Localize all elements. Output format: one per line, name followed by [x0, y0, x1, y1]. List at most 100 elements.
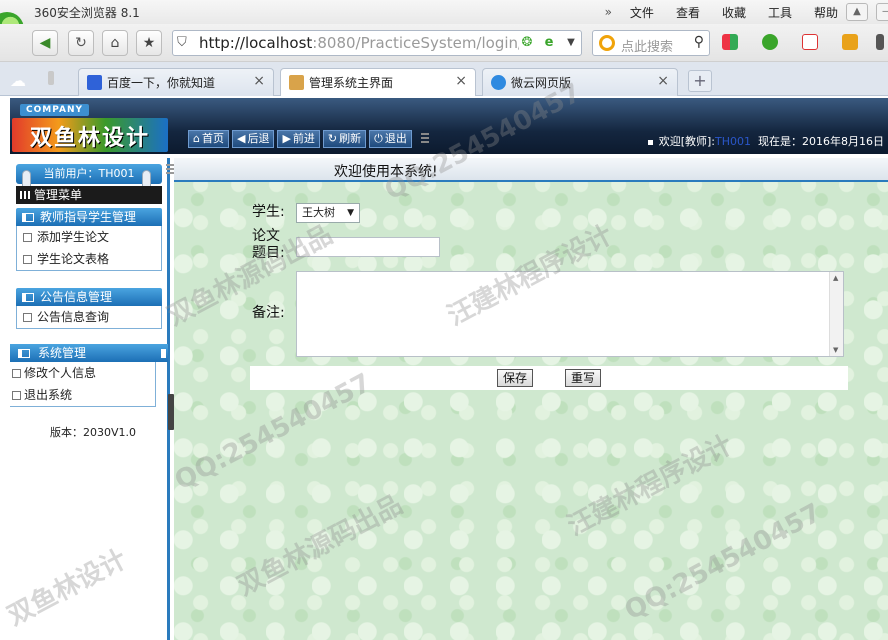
menu-item-paper-table[interactable]: 学生论文表格 [17, 248, 161, 270]
tab-baidu[interactable]: 百度一下，你就知道 × [78, 68, 274, 96]
search-box[interactable]: 点此搜索 ⚲ [592, 30, 710, 56]
menu-item-add-paper[interactable]: 添加学生论文 [17, 226, 161, 248]
cloud-icon[interactable]: ☁ [10, 71, 26, 90]
recycle-icon[interactable]: ❂ [519, 35, 535, 51]
section-notice: 公告信息管理 公告信息查询 [16, 288, 162, 329]
minimize-icon[interactable]: — [876, 3, 888, 21]
folder-icon [22, 213, 34, 222]
remark-label: 备注: [252, 305, 285, 321]
home-nav-button[interactable]: ⌂ 首页 [188, 130, 229, 148]
tab-close-icon[interactable]: × [253, 73, 265, 89]
url-dropdown-icon[interactable]: ▼ [563, 35, 579, 51]
forward-nav-button[interactable]: ▶ 前进 [277, 130, 320, 148]
menu-tools[interactable]: 工具 [768, 4, 792, 21]
power-icon: ⏻ [374, 132, 383, 145]
textarea-scrollbar[interactable]: ▲ ▼ [829, 272, 843, 356]
pin-icon[interactable] [48, 71, 54, 85]
home-icon: ⌂ [193, 132, 200, 145]
grip-icon [166, 164, 174, 176]
search-engine-icon[interactable] [599, 35, 615, 51]
ie-mode-icon[interactable]: e [541, 35, 557, 51]
menu-item-exit-system[interactable]: 退出系统 [10, 384, 155, 406]
scroll-down-icon[interactable]: ▼ [833, 346, 838, 354]
save-button[interactable]: 保存 [497, 369, 533, 387]
doc-icon [23, 255, 32, 264]
tab-close-icon[interactable]: × [657, 73, 669, 89]
skin-icon[interactable]: ▲ [846, 3, 868, 21]
collapse-icon [161, 349, 166, 358]
reload-button[interactable]: ↻ [68, 30, 94, 56]
doc-icon [23, 233, 32, 242]
security-shield-icon[interactable] [762, 34, 778, 50]
section-header[interactable]: 教师指导学生管理 [16, 208, 162, 226]
baidu-icon [87, 75, 102, 90]
chevron-down-icon: ▼ [347, 208, 354, 218]
menu-chevron-icon[interactable]: » [605, 5, 612, 19]
remark-textarea[interactable]: ▲ ▼ [296, 271, 844, 357]
doc-icon [23, 313, 32, 322]
site-header: COMPANY 双鱼林设计 ⌂ 首页 ◀ 后退 ▶ 前进 ↻ 刷新 ⏻ 退出 欢迎[教师]… [10, 98, 888, 154]
refresh-nav-button[interactable]: ↻ 刷新 [322, 130, 367, 148]
content-title-bar: 欢迎使用本系统! [166, 158, 888, 182]
welcome-username: TH001 [715, 135, 751, 148]
company-badge: COMPANY [20, 104, 89, 116]
favorite-star-button[interactable]: ★ [136, 30, 162, 56]
folder-icon [22, 293, 34, 302]
folder-icon [18, 349, 30, 358]
menu-title: 管理菜单 [16, 186, 162, 204]
student-label: 学生: [252, 204, 285, 220]
address-bar[interactable]: ⛉ http://localhost:8080/PracticeSystem/l… [172, 30, 582, 56]
weiyun-icon [491, 75, 506, 90]
paper-title-label: 论文 题目: [252, 228, 285, 261]
menu-item-notice-query[interactable]: 公告信息查询 [17, 306, 161, 328]
current-user-label: 当前用户：TH001 [16, 164, 162, 184]
menu-help[interactable]: 帮助 [814, 4, 838, 21]
doc-icon [12, 369, 21, 378]
logout-nav-button[interactable]: ⏻ 退出 [369, 130, 412, 148]
arrow-left-icon: ◀ [236, 132, 246, 145]
tab-weiyun[interactable]: 微云网页版 × [482, 68, 678, 96]
menu-file[interactable]: 文件 [630, 4, 654, 21]
page-icon [289, 75, 304, 90]
more-tools-icon[interactable] [876, 34, 884, 50]
brand-name: 双鱼林设计 [29, 126, 150, 151]
apps-icon[interactable] [722, 34, 738, 50]
back-nav-button[interactable]: ◀ 后退 [231, 130, 275, 148]
home-button[interactable]: ⌂ [102, 30, 128, 56]
section-teacher-guidance: 教师指导学生管理 添加学生论文 学生论文表格 [16, 208, 162, 271]
student-select[interactable]: 王大树 ▼ [296, 203, 360, 223]
web-page: COMPANY 双鱼林设计 ⌂ 首页 ◀ 后退 ▶ 前进 ↻ 刷新 ⏻ 退出 欢迎[教师]… [0, 96, 888, 640]
refresh-icon: ↻ [327, 132, 338, 145]
adblock-icon[interactable] [802, 34, 818, 50]
doc-icon [12, 391, 21, 400]
url-text[interactable]: http://localhost:8080/PracticeSystem/log… [199, 34, 519, 52]
arrow-right-icon: ▶ [282, 132, 291, 145]
header-toolbar: ⌂ 首页 ◀ 后退 ▶ 前进 ↻ 刷新 ⏻ 退出 [188, 130, 429, 148]
current-date: 现在是：2016年8月16日 [758, 135, 884, 148]
content-title: 欢迎使用本系统! [334, 164, 438, 180]
browser-menu: » 文件 查看 收藏 工具 帮助 ▲ — [605, 0, 888, 24]
welcome-info: 欢迎[教师]:TH001 现在是：2016年8月16日 [647, 133, 884, 149]
section-system-header[interactable]: 系统管理 [10, 344, 168, 362]
browser-navbar: ◀ ↻ ⌂ ★ ⛉ http://localhost:8080/Practice… [0, 24, 888, 62]
search-input[interactable]: 点此搜索 [621, 36, 673, 55]
sidebar: 当前用户：TH001 管理菜单 教师指导学生管理 添加学生论文 学生论文表格 公… [10, 158, 170, 640]
tab-main-system[interactable]: 管理系统主界面 × [280, 68, 476, 96]
back-button[interactable]: ◀ [32, 30, 58, 56]
section-header[interactable]: 公告信息管理 [16, 288, 162, 306]
new-tab-button[interactable]: + [688, 70, 712, 92]
menu-view[interactable]: 查看 [676, 4, 700, 21]
bullet-icon [647, 139, 653, 145]
grid-icon [20, 191, 30, 199]
search-icon[interactable]: ⚲ [694, 34, 704, 50]
reset-button[interactable]: 重写 [565, 369, 601, 387]
paper-title-input[interactable] [296, 237, 440, 257]
extension-icon[interactable] [842, 34, 858, 50]
tab-label: 百度一下，你就知道 [107, 76, 216, 90]
scroll-up-icon[interactable]: ▲ [833, 274, 838, 282]
menu-favorites[interactable]: 收藏 [722, 4, 746, 21]
shield-icon: ⛉ [177, 35, 187, 50]
menu-item-edit-profile[interactable]: 修改个人信息 [10, 362, 155, 384]
tab-close-icon[interactable]: × [455, 73, 467, 89]
section-system: 修改个人信息 退出系统 [10, 362, 156, 407]
